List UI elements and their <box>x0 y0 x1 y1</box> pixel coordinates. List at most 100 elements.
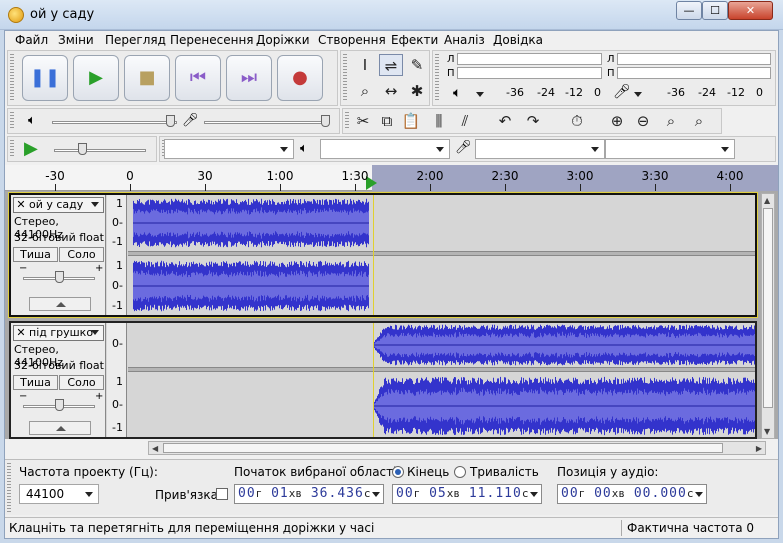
toolbar-grip[interactable] <box>435 54 439 102</box>
audio-track[interactable]: ✕ ой у саду Стерео, 44100Hz 32-бітовий f… <box>8 192 758 318</box>
chevron-down-icon[interactable] <box>530 492 538 497</box>
cut-button[interactable]: ✂ <box>351 110 375 132</box>
solo-button[interactable]: Соло <box>59 247 104 262</box>
chevron-down-icon[interactable] <box>372 492 380 497</box>
length-radio[interactable] <box>454 466 466 478</box>
horizontal-scrollbar[interactable]: ◀ ▶ <box>148 441 766 455</box>
chevron-down-icon[interactable] <box>695 492 703 497</box>
silence-button[interactable]: ⫽ <box>453 110 477 132</box>
selection-start-time[interactable]: 00г 01хв 36.436с <box>234 484 384 504</box>
tools-toolbar: I ⇌ ✎ ⌕ ↔ ✱ <box>340 50 430 106</box>
play-meter-left[interactable] <box>457 53 602 65</box>
collapse-track-button[interactable] <box>29 297 91 311</box>
menu-generate[interactable]: Створення <box>318 33 386 47</box>
solo-button[interactable]: Соло <box>59 375 104 390</box>
trim-button[interactable]: ⫼ <box>427 110 451 132</box>
close-track-icon[interactable]: ✕ <box>15 198 27 212</box>
speaker-icon[interactable]: 🔈︎ <box>453 85 461 101</box>
track-name-menu[interactable]: ✕ ой у саду <box>13 197 104 213</box>
mute-button[interactable]: Тиша <box>13 375 58 390</box>
menu-view[interactable]: Перегляд <box>105 33 166 47</box>
hours-unit: г <box>578 487 586 500</box>
audio-position-time[interactable]: 00г 00хв 00.000с <box>557 484 707 504</box>
toolbar-grip[interactable] <box>345 112 349 130</box>
envelope-tool[interactable]: ⇌ <box>379 54 403 76</box>
selection-tool[interactable]: I <box>353 54 377 76</box>
menu-tracks[interactable]: Доріжки <box>256 33 310 47</box>
scroll-down-icon[interactable]: ▼ <box>764 427 770 436</box>
gain-thumb[interactable] <box>55 271 64 283</box>
play-button[interactable]: ▶ <box>73 55 119 101</box>
scroll-up-icon[interactable]: ▲ <box>764 196 770 205</box>
skip-start-button[interactable]: ⏮ <box>175 55 221 101</box>
copy-button[interactable]: ⧉ <box>375 110 399 132</box>
microphone-icon[interactable]: 🎤︎ <box>613 84 631 100</box>
timeline-ruler[interactable]: -30 0 30 1:00 1:30 2:00 2:30 3:00 3:30 4:00 <box>5 165 778 191</box>
zoom-out-button[interactable]: ⊖ <box>631 110 655 132</box>
record-button[interactable]: ● <box>277 55 323 101</box>
input-channels-select[interactable] <box>605 139 735 159</box>
toolbar-grip[interactable] <box>10 140 14 158</box>
audio-track[interactable]: ✕ під грушко Стерео, 44100Hz 32-бітовий … <box>9 321 757 439</box>
redo-button[interactable]: ↷ <box>521 110 545 132</box>
selection-end-time[interactable]: 00г 05хв 11.110с <box>392 484 542 504</box>
pause-button[interactable]: ❚❚ <box>22 55 68 101</box>
play-speed-slider[interactable] <box>54 149 146 152</box>
vertical-scrollbar[interactable]: ▲ ▼ <box>761 193 775 439</box>
play-speed-thumb[interactable] <box>78 143 87 155</box>
play-at-speed-icon[interactable]: ▶ <box>24 138 38 159</box>
input-volume-slider[interactable] <box>204 121 329 124</box>
vertical-scroll-thumb[interactable] <box>763 208 773 408</box>
zoom-tool[interactable]: ⌕ <box>353 80 377 102</box>
rec-meter-right[interactable] <box>617 67 771 79</box>
input-volume-thumb[interactable] <box>321 115 330 127</box>
toolbar-grip[interactable] <box>343 54 347 102</box>
menu-transport[interactable]: Перенесення <box>170 33 254 47</box>
zoom-in-button[interactable]: ⊕ <box>605 110 629 132</box>
sync-lock-button[interactable]: ⏱ <box>565 110 589 132</box>
toolbar-grip[interactable] <box>7 463 11 512</box>
menu-help[interactable]: Довідка <box>493 33 543 47</box>
fit-selection-button[interactable]: ⌕ <box>659 110 683 132</box>
scroll-left-icon[interactable]: ◀ <box>152 444 158 453</box>
gain-thumb[interactable] <box>55 399 64 411</box>
undo-button[interactable]: ↶ <box>493 110 517 132</box>
hours-unit: г <box>413 487 421 500</box>
play-meter-dropdown[interactable] <box>476 92 484 97</box>
play-meter-right[interactable] <box>457 67 602 79</box>
timeshift-tool[interactable]: ↔ <box>379 80 403 102</box>
chevron-down-icon[interactable] <box>91 330 99 335</box>
menu-effects[interactable]: Ефекти <box>391 33 438 47</box>
skip-end-button[interactable]: ⏭ <box>226 55 272 101</box>
toolbar-grip[interactable] <box>10 54 14 102</box>
track-name-menu[interactable]: ✕ під грушко <box>13 325 104 341</box>
collapse-track-button[interactable] <box>29 421 91 435</box>
mute-button[interactable]: Тиша <box>13 247 58 262</box>
scroll-right-icon[interactable]: ▶ <box>756 444 762 453</box>
menu-file[interactable]: Файл <box>15 33 48 47</box>
output-volume-thumb[interactable] <box>166 115 175 127</box>
chevron-down-icon[interactable] <box>91 202 99 207</box>
end-radio[interactable] <box>392 466 404 478</box>
draw-tool[interactable]: ✎ <box>405 54 429 76</box>
fit-project-button[interactable]: ⌕ <box>687 110 711 132</box>
stop-button[interactable]: ■ <box>124 55 170 101</box>
snap-checkbox[interactable] <box>216 488 228 500</box>
paste-button[interactable]: 📋 <box>399 110 423 132</box>
output-device-select[interactable] <box>320 139 450 159</box>
output-volume-slider[interactable] <box>52 121 177 124</box>
multi-tool[interactable]: ✱ <box>405 80 429 102</box>
horizontal-scroll-thumb[interactable] <box>163 443 723 453</box>
close-button[interactable]: ✕ <box>728 1 773 20</box>
close-track-icon[interactable]: ✕ <box>15 326 27 340</box>
menu-analyze[interactable]: Аналіз <box>444 33 485 47</box>
toolbar-grip[interactable] <box>10 112 14 130</box>
host-select[interactable] <box>164 139 294 159</box>
input-device-select[interactable] <box>475 139 605 159</box>
rec-meter-dropdown[interactable] <box>634 92 642 97</box>
menu-edit[interactable]: Зміни <box>58 33 94 47</box>
rec-meter-left[interactable] <box>617 53 771 65</box>
minimize-button[interactable]: — <box>676 1 702 20</box>
project-rate-select[interactable]: 44100 <box>19 484 99 504</box>
maximize-button[interactable]: ☐ <box>702 1 728 20</box>
